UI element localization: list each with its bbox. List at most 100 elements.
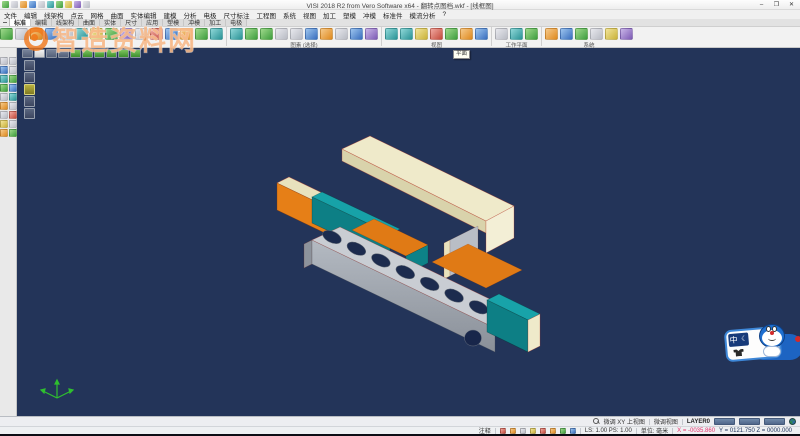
toolbar-icon[interactable] bbox=[135, 28, 148, 40]
layer-icon[interactable] bbox=[70, 49, 81, 58]
menu-drawing[interactable]: 工程图 bbox=[257, 10, 277, 20]
toolbar-icon[interactable] bbox=[290, 28, 303, 40]
redo-icon[interactable] bbox=[65, 1, 72, 8]
menu-die[interactable]: 冲模 bbox=[363, 10, 376, 20]
toolbar-icon[interactable] bbox=[260, 28, 273, 40]
toolbar-icon[interactable] bbox=[385, 28, 398, 40]
toolbar-icon[interactable] bbox=[230, 28, 243, 40]
status-button[interactable] bbox=[714, 418, 735, 425]
toolbar-icon[interactable] bbox=[275, 28, 288, 40]
toolbar-icon[interactable] bbox=[415, 28, 428, 40]
toolbar-icon[interactable] bbox=[245, 28, 258, 40]
toolbar-icon[interactable] bbox=[365, 28, 378, 40]
tab-solid[interactable]: 实体 bbox=[100, 19, 121, 26]
menu-view[interactable]: 视图 bbox=[303, 10, 316, 20]
menu-flow-analysis[interactable]: 模流分析 bbox=[410, 10, 436, 20]
status-icon[interactable] bbox=[520, 428, 526, 434]
toolbar-icon[interactable] bbox=[590, 28, 603, 40]
tab-electrode[interactable]: 电极 bbox=[226, 19, 247, 26]
toolbar-icon[interactable] bbox=[9, 102, 17, 110]
workplane-status[interactable]: 微调 XY 上视图 bbox=[604, 417, 645, 426]
toolbar-icon[interactable] bbox=[0, 120, 8, 128]
layer-icon[interactable] bbox=[106, 49, 117, 58]
menu-mould[interactable]: 塑模 bbox=[343, 10, 356, 20]
menu-standard-parts[interactable]: 标准件 bbox=[383, 10, 403, 20]
open-file-icon[interactable] bbox=[11, 1, 18, 8]
ime-widget[interactable]: 中 ☾ bbox=[725, 324, 800, 374]
toolbar-icon[interactable] bbox=[9, 57, 17, 65]
viewport-icon[interactable] bbox=[46, 49, 57, 58]
tab-wireframe[interactable]: 线架构 bbox=[52, 19, 79, 26]
toolbar-icon[interactable] bbox=[335, 28, 348, 40]
toolbar-icon[interactable] bbox=[0, 75, 8, 83]
status-icon[interactable] bbox=[540, 428, 546, 434]
view-button[interactable] bbox=[24, 108, 35, 119]
toolbar-icon[interactable] bbox=[9, 111, 17, 119]
toolbar-icon[interactable] bbox=[15, 28, 28, 40]
toolbar-handle-icon[interactable] bbox=[0, 19, 10, 26]
save-icon[interactable] bbox=[20, 1, 27, 8]
view-button[interactable] bbox=[24, 72, 35, 83]
toolbar-icon[interactable] bbox=[430, 28, 443, 40]
toolbar-icon[interactable] bbox=[9, 75, 17, 83]
search-icon[interactable] bbox=[593, 418, 600, 425]
view-status[interactable]: 微调视图 bbox=[654, 417, 678, 426]
viewport-icon[interactable] bbox=[22, 49, 33, 58]
viewport-icon[interactable] bbox=[34, 49, 45, 58]
toolbar-icon[interactable] bbox=[400, 28, 413, 40]
toolbar-icon[interactable] bbox=[90, 28, 103, 40]
settings-icon[interactable] bbox=[74, 1, 81, 8]
toolbar-icon[interactable] bbox=[180, 28, 193, 40]
status-icon[interactable] bbox=[510, 428, 516, 434]
menu-machining[interactable]: 加工 bbox=[323, 10, 336, 20]
toolbar-icon[interactable] bbox=[9, 93, 17, 101]
toolbar-icon[interactable] bbox=[475, 28, 488, 40]
toolbar-icon[interactable] bbox=[0, 57, 8, 65]
toolbar-icon[interactable] bbox=[45, 28, 58, 40]
status-icon[interactable] bbox=[550, 428, 556, 434]
globe-icon[interactable] bbox=[789, 418, 796, 425]
toolbar-icon[interactable] bbox=[9, 84, 17, 92]
tab-die[interactable]: 冲模 bbox=[184, 19, 205, 26]
toolbar-icon[interactable] bbox=[605, 28, 618, 40]
toolbar-icon[interactable] bbox=[150, 28, 163, 40]
toolbar-icon[interactable] bbox=[30, 28, 43, 40]
view-button-active[interactable] bbox=[24, 84, 35, 95]
viewport-icon[interactable] bbox=[58, 49, 69, 58]
tab-mould[interactable]: 塑模 bbox=[163, 19, 184, 26]
toolbar-icon[interactable] bbox=[60, 28, 73, 40]
toolbar-icon[interactable] bbox=[460, 28, 473, 40]
toolbar-icon[interactable] bbox=[620, 28, 633, 40]
view-button[interactable] bbox=[24, 96, 35, 107]
toolbar-icon[interactable] bbox=[210, 28, 223, 40]
copy-icon[interactable] bbox=[38, 1, 45, 8]
tab-dimension[interactable]: 尺寸 bbox=[121, 19, 142, 26]
status-button[interactable] bbox=[764, 418, 785, 425]
toolbar-icon[interactable] bbox=[495, 28, 508, 40]
toolbar-icon[interactable] bbox=[165, 28, 178, 40]
maximize-button[interactable]: ❐ bbox=[769, 0, 784, 10]
paste-icon[interactable] bbox=[47, 1, 54, 8]
menu-help[interactable]: ? bbox=[443, 11, 447, 18]
toolbar-icon[interactable] bbox=[560, 28, 573, 40]
status-icon[interactable] bbox=[530, 428, 536, 434]
model-canvas[interactable] bbox=[17, 48, 800, 416]
layer-icon[interactable] bbox=[94, 49, 105, 58]
toolbar-icon[interactable] bbox=[525, 28, 538, 40]
toolbar-icon[interactable] bbox=[0, 84, 8, 92]
menu-system[interactable]: 系统 bbox=[283, 10, 296, 20]
ime-mode-button[interactable]: 中 ☾ bbox=[728, 332, 749, 347]
status-icon[interactable] bbox=[570, 428, 576, 434]
toolbar-icon[interactable] bbox=[545, 28, 558, 40]
tab-edit[interactable]: 编辑 bbox=[31, 19, 52, 26]
layer-status[interactable]: LAYER0 bbox=[687, 419, 710, 425]
toolbar-icon[interactable] bbox=[9, 120, 17, 128]
toolbar-icon[interactable] bbox=[510, 28, 523, 40]
layer-icon[interactable] bbox=[130, 49, 141, 58]
model-viewport[interactable]: 平面 中 ☾ bbox=[17, 48, 800, 416]
layer-icon[interactable] bbox=[118, 49, 129, 58]
toolbar-icon[interactable] bbox=[9, 66, 17, 74]
status-icon[interactable] bbox=[500, 428, 506, 434]
toolbar-icon[interactable] bbox=[575, 28, 588, 40]
toolbar-icon[interactable] bbox=[0, 66, 8, 74]
